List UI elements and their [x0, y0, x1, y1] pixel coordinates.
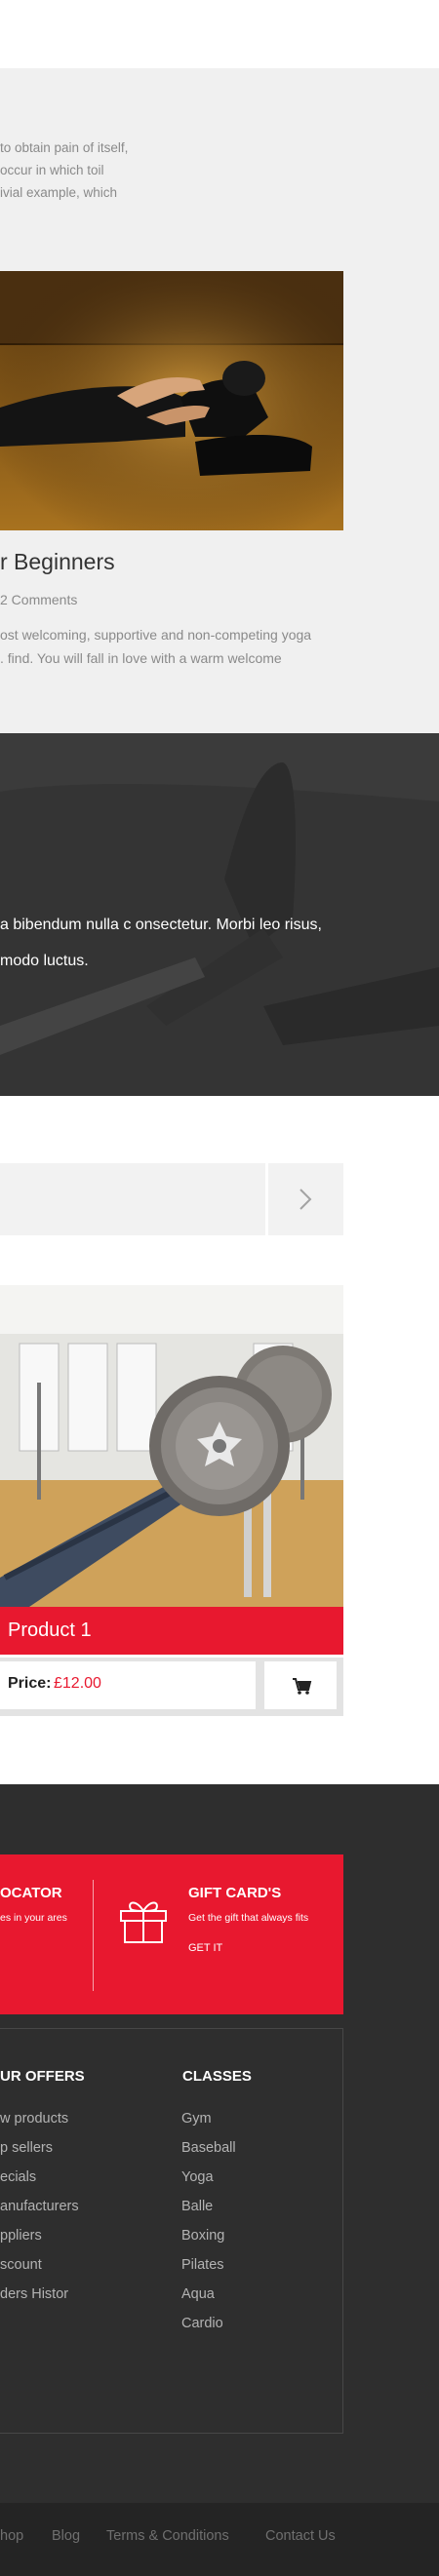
- class-link[interactable]: Balle: [181, 2199, 213, 2214]
- testimonial-section: [0, 733, 439, 1096]
- gift-card-link[interactable]: GET IT: [188, 1942, 222, 1954]
- offers-link[interactable]: p sellers: [0, 2140, 53, 2156]
- classes-heading: CLASSES: [182, 2068, 252, 2085]
- testimonial-background: [0, 733, 439, 1096]
- offers-link[interactable]: scount: [0, 2257, 42, 2273]
- testimonial-line-2: modo luctus.: [0, 953, 89, 969]
- post-text-line-1: ost welcoming, supportive and non-compet…: [0, 627, 312, 643]
- class-link[interactable]: Aqua: [181, 2286, 215, 2302]
- price-label: Price:: [8, 1675, 52, 1692]
- post-comments[interactable]: 2 Comments: [0, 592, 77, 607]
- cart-icon: [293, 1678, 312, 1695]
- store-locator-title[interactable]: OCATOR: [0, 1885, 62, 1901]
- slider-bar: [0, 1163, 265, 1235]
- post-title[interactable]: r Beginners: [0, 549, 115, 575]
- class-link[interactable]: Gym: [181, 2111, 212, 2127]
- offers-link[interactable]: ders Histor: [0, 2286, 68, 2302]
- product-image[interactable]: [0, 1285, 343, 1607]
- gift-card-title[interactable]: GIFT CARD'S: [188, 1885, 281, 1901]
- slider-next-button[interactable]: [268, 1163, 343, 1235]
- promo-banner: [0, 1854, 343, 2014]
- product-name[interactable]: Product 1: [8, 1620, 92, 1642]
- gift-icon: [117, 1895, 170, 1951]
- footer-links-box: [0, 2028, 343, 2434]
- class-link[interactable]: Baseball: [181, 2140, 236, 2156]
- excerpt-line-3: ivial example, which: [0, 185, 118, 200]
- bottom-link-blog[interactable]: Blog: [52, 2528, 80, 2544]
- bottom-link-shop[interactable]: hop: [0, 2528, 23, 2544]
- chevron-right-icon: [299, 1189, 312, 1210]
- top-strip: [0, 0, 439, 68]
- post-text-line-2: . find. You will fall in love with a war…: [0, 650, 282, 666]
- bottom-link-contact[interactable]: Contact Us: [265, 2528, 336, 2544]
- offers-link[interactable]: ppliers: [0, 2228, 42, 2244]
- yoga-post-image[interactable]: [0, 271, 343, 530]
- class-link[interactable]: Yoga: [181, 2169, 214, 2185]
- add-to-cart-button[interactable]: [264, 1661, 337, 1709]
- offers-heading: UR OFFERS: [0, 2068, 85, 2085]
- offers-link[interactable]: anufacturers: [0, 2199, 79, 2214]
- offers-link[interactable]: ecials: [0, 2169, 36, 2185]
- class-link[interactable]: Cardio: [181, 2316, 223, 2331]
- excerpt-line-1: to obtain pain of itself,: [0, 140, 129, 155]
- store-locator-subtitle: es in your ares: [0, 1912, 67, 1924]
- class-link[interactable]: Boxing: [181, 2228, 224, 2244]
- gift-card-subtitle: Get the gift that always fits: [188, 1912, 309, 1924]
- class-link[interactable]: Pilates: [181, 2257, 224, 2273]
- bottom-link-terms[interactable]: Terms & Conditions: [106, 2528, 229, 2544]
- offers-link[interactable]: w products: [0, 2111, 68, 2127]
- excerpt-line-2: occur in which toil: [0, 163, 104, 177]
- testimonial-line-1: a bibendum nulla c onsectetur. Morbi leo…: [0, 917, 322, 933]
- promo-divider: [93, 1880, 94, 1991]
- price-value: £12.00: [54, 1675, 101, 1692]
